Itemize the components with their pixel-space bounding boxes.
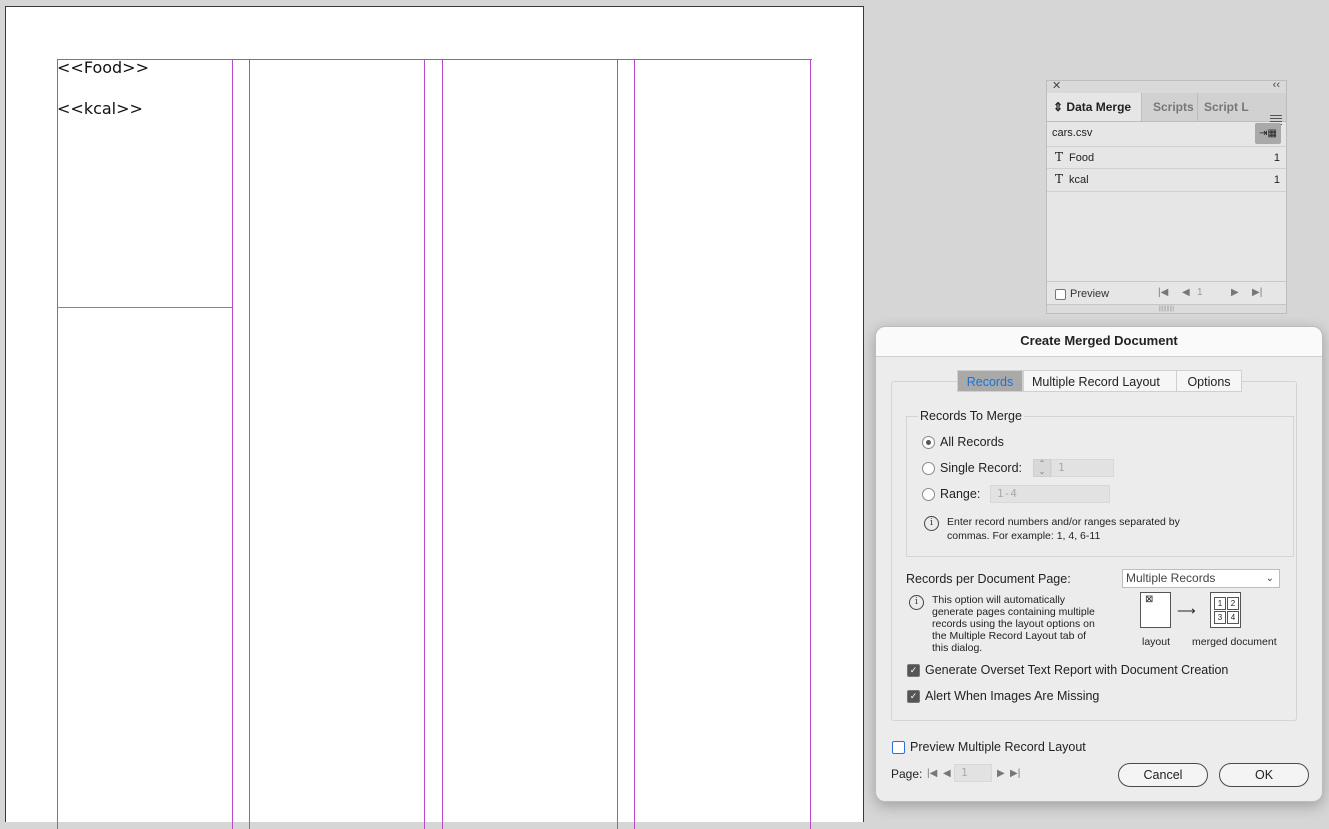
- next-page-icon[interactable]: ▶: [997, 768, 1005, 779]
- single-record-input[interactable]: 1: [1051, 459, 1114, 477]
- column-guide-4: [634, 59, 811, 829]
- collapse-panel-icon[interactable]: ‹‹: [1273, 79, 1280, 91]
- merged-document-caption: merged document: [1192, 636, 1277, 648]
- column-guide-1: [57, 59, 233, 829]
- single-record-stepper[interactable]: ⌃ ⌄: [1033, 459, 1051, 477]
- cancel-button[interactable]: Cancel: [1118, 763, 1208, 787]
- all-records-label: All Records: [940, 435, 1004, 449]
- records-per-page-label: Records per Document Page:: [906, 572, 1071, 586]
- text-field-icon: T: [1055, 150, 1064, 164]
- last-page-icon[interactable]: ▶|: [1010, 768, 1020, 779]
- previous-record-icon[interactable]: ◀: [1182, 287, 1190, 298]
- field-count: 1: [1273, 174, 1280, 186]
- merged-cell: 3: [1214, 611, 1226, 624]
- info-icon: i: [909, 595, 924, 610]
- document-page[interactable]: <<Food>> <<kcal>>: [5, 6, 864, 829]
- tab-data-merge-label: Data Merge: [1066, 100, 1132, 114]
- range-hint-line-1: Enter record numbers and/or ranges separ…: [947, 516, 1180, 528]
- merged-cell: 1: [1214, 597, 1226, 610]
- range-radio[interactable]: [922, 488, 935, 501]
- single-record-radio[interactable]: [922, 462, 935, 475]
- record-number-field[interactable]: 1: [1197, 286, 1219, 300]
- dialog-title: Create Merged Document: [876, 327, 1322, 357]
- preview-checkbox[interactable]: [1055, 289, 1066, 300]
- page-number-input[interactable]: 1: [954, 764, 992, 782]
- preview-layout-label: Preview Multiple Record Layout: [910, 740, 1086, 754]
- text-field-icon: T: [1055, 172, 1064, 186]
- range-label: Range:: [940, 487, 981, 501]
- first-page-icon[interactable]: |◀: [927, 768, 937, 779]
- all-records-radio[interactable]: [922, 436, 935, 449]
- field-count: 1: [1273, 152, 1280, 164]
- tab-records[interactable]: Records: [957, 370, 1023, 392]
- tab-script-label[interactable]: Script L: [1197, 93, 1252, 121]
- single-record-label: Single Record:: [940, 461, 1022, 475]
- field-name: kcal: [1069, 174, 1089, 186]
- records-info-line-1: This option will automatically: [932, 594, 1066, 606]
- merged-cell: 4: [1227, 611, 1239, 624]
- records-per-page-value: Multiple Records: [1126, 571, 1216, 585]
- text-frame-bottom-edge[interactable]: [57, 307, 232, 308]
- food-placeholder[interactable]: <<Food>>: [57, 58, 149, 77]
- first-record-icon[interactable]: |◀: [1158, 287, 1168, 298]
- column-guide-3: [442, 59, 618, 829]
- merged-cell: 2: [1227, 597, 1239, 610]
- previous-page-icon[interactable]: ◀: [943, 768, 951, 779]
- last-record-icon[interactable]: ▶|: [1252, 287, 1262, 298]
- close-icon[interactable]: ✕: [1052, 79, 1061, 92]
- field-name: Food: [1069, 152, 1095, 164]
- field-row-food[interactable]: T Food 1: [1047, 146, 1286, 169]
- alert-images-missing-checkbox[interactable]: ✓: [907, 690, 920, 703]
- data-source-name: cars.csv: [1052, 127, 1093, 139]
- ok-button[interactable]: OK: [1219, 763, 1309, 787]
- records-info-line-2: generate pages containing multiple: [932, 606, 1095, 618]
- overset-report-checkbox[interactable]: ✓: [907, 664, 920, 677]
- info-icon: i: [924, 516, 939, 531]
- sort-arrows-icon: ⇕: [1053, 100, 1064, 114]
- placeholder-frame-icon: ⊠: [1145, 594, 1154, 605]
- layout-diagram: ⊠: [1140, 592, 1171, 628]
- tab-multiple-record-layout[interactable]: Multiple Record Layout: [1023, 370, 1177, 392]
- field-row-kcal[interactable]: T kcal 1: [1047, 168, 1286, 192]
- preview-label: Preview: [1070, 288, 1110, 300]
- resize-grip[interactable]: ||||||||||: [1047, 304, 1286, 313]
- kcal-placeholder[interactable]: <<kcal>>: [57, 99, 143, 118]
- alert-images-missing-label: Alert When Images Are Missing: [925, 689, 1100, 703]
- column-guide-2: [249, 59, 425, 829]
- page-label: Page:: [891, 767, 923, 781]
- tab-data-merge[interactable]: ⇕ Data Merge: [1047, 93, 1142, 121]
- range-input[interactable]: 1-4: [990, 485, 1110, 503]
- create-merged-document-dialog: Create Merged Document Records Multiple …: [875, 326, 1323, 802]
- overset-report-label: Generate Overset Text Report with Docume…: [925, 663, 1229, 677]
- range-hint-line-2: commas. For example: 1, 4, 6-11: [947, 530, 1101, 542]
- records-to-merge-legend: Records To Merge: [918, 409, 1024, 423]
- arrow-right-icon: ⟶: [1177, 603, 1196, 618]
- records-info-line-5: this dialog.: [932, 642, 983, 654]
- records-per-page-select[interactable]: Multiple Records ⌄: [1122, 569, 1280, 588]
- chevron-down-icon: ⌄: [1265, 573, 1274, 584]
- tab-options[interactable]: Options: [1176, 370, 1242, 392]
- panel-top-bar: ✕ ‹‹: [1047, 79, 1286, 93]
- create-merged-document-button[interactable]: ⇥▦: [1255, 123, 1281, 144]
- layout-caption: layout: [1142, 636, 1171, 648]
- panel-footer: Preview |◀ ◀ 1 ▶ ▶|: [1047, 281, 1286, 306]
- records-info-line-4: the Multiple Record Layout tab of: [932, 630, 1087, 642]
- next-record-icon[interactable]: ▶: [1231, 287, 1239, 298]
- data-merge-panel: ✕ ‹‹ ⇕ Data Merge Scripts Script L cars.…: [1046, 79, 1287, 314]
- panel-tabs: ⇕ Data Merge Scripts Script L: [1047, 93, 1286, 125]
- records-info-line-3: records using the layout options on: [932, 618, 1095, 630]
- preview-layout-checkbox[interactable]: [892, 741, 905, 754]
- merged-document-diagram: 1 2 3 4: [1210, 592, 1241, 628]
